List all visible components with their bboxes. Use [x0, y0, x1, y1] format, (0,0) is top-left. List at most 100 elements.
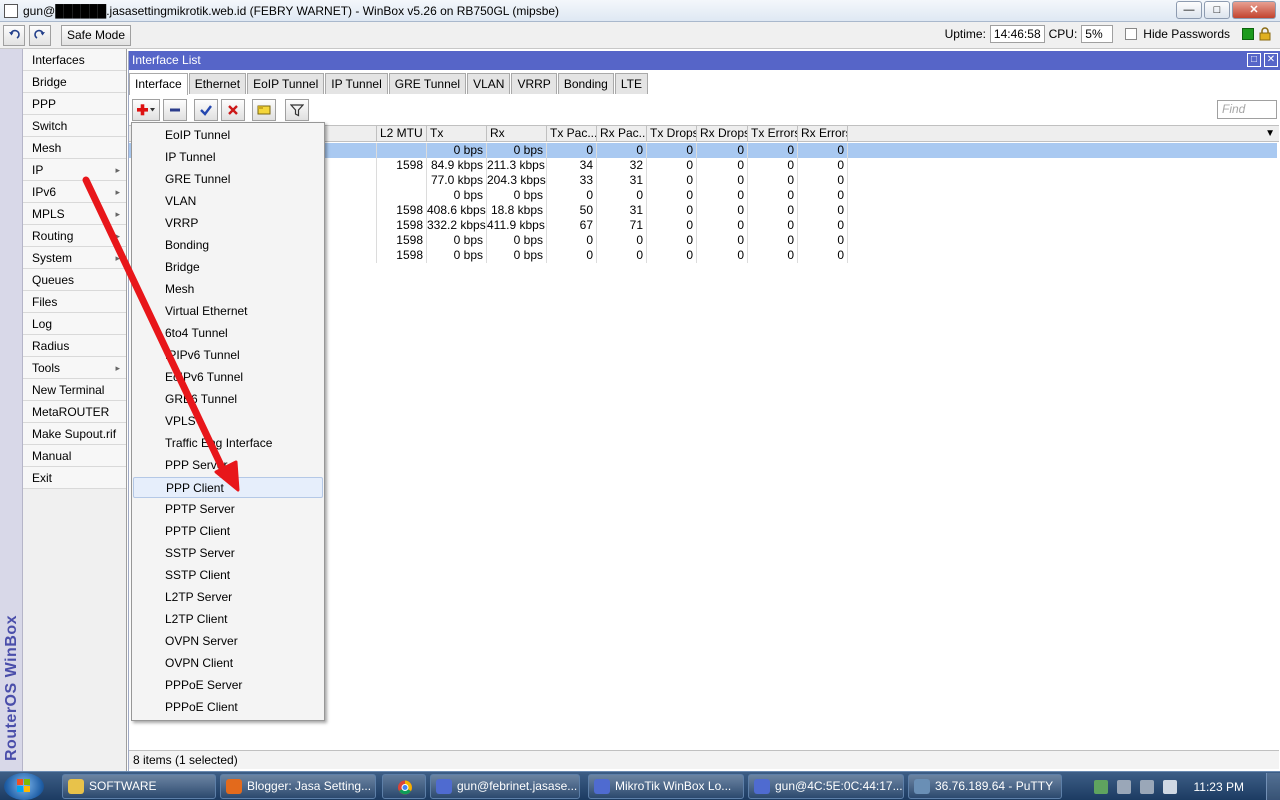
add-menu-item-pptp-client[interactable]: PPTP Client — [133, 521, 323, 542]
flag-icon[interactable] — [1116, 779, 1131, 794]
find-input[interactable]: Find — [1217, 100, 1277, 119]
menu-item-manual[interactable]: Manual — [23, 445, 126, 467]
column-header[interactable]: Rx Errors — [798, 126, 848, 142]
tab-ip-tunnel[interactable]: IP Tunnel — [325, 73, 388, 94]
hide-passwords-checkbox[interactable] — [1125, 28, 1138, 40]
add-menu-item-vpls[interactable]: VPLS — [133, 411, 323, 432]
safe-mode-button[interactable]: Safe Mode — [61, 24, 131, 46]
add-button[interactable] — [132, 99, 160, 121]
add-menu-item-pppoe-server[interactable]: PPPoE Server — [133, 675, 323, 696]
add-menu-item-bonding[interactable]: Bonding — [133, 235, 323, 256]
add-menu-item-6to4-tunnel[interactable]: 6to4 Tunnel — [133, 323, 323, 344]
table-cell: 84.9 kbps — [427, 158, 487, 173]
tab-interface[interactable]: Interface — [129, 73, 188, 95]
close-window-button[interactable]: ✕ — [1264, 53, 1278, 67]
menu-item-new-terminal[interactable]: New Terminal — [23, 379, 126, 401]
menu-item-mesh[interactable]: Mesh — [23, 137, 126, 159]
table-cell: 0 — [748, 173, 798, 188]
table-cell: 411.9 kbps — [487, 218, 547, 233]
menu-item-routing[interactable]: Routing ▸ — [23, 225, 126, 247]
tab-vlan[interactable]: VLAN — [467, 73, 511, 94]
column-header[interactable]: Tx Pac... — [547, 126, 597, 142]
chrome-pinned-button[interactable] — [382, 774, 426, 799]
add-menu-item-ovpn-server[interactable]: OVPN Server — [133, 631, 323, 652]
add-menu-item-gre-tunnel[interactable]: GRE Tunnel — [133, 169, 323, 190]
show-desktop-button[interactable] — [1266, 772, 1280, 800]
monitor-tray-icon[interactable] — [1139, 779, 1154, 794]
menu-item-bridge[interactable]: Bridge — [23, 71, 126, 93]
filter-button[interactable] — [285, 99, 309, 121]
add-menu-item-bridge[interactable]: Bridge — [133, 257, 323, 278]
add-menu-item-vrrp[interactable]: VRRP — [133, 213, 323, 234]
column-header[interactable]: Rx Pac... — [597, 126, 647, 142]
tab-ethernet[interactable]: Ethernet — [188, 73, 247, 94]
column-header[interactable]: Rx — [487, 126, 547, 142]
column-header[interactable]: L2 MTU — [377, 126, 427, 142]
add-menu-item-eoip-tunnel[interactable]: EoIP Tunnel — [133, 125, 323, 146]
tab-vrrp[interactable]: VRRP — [511, 73, 557, 94]
close-button[interactable]: ✕ — [1232, 1, 1276, 19]
column-header[interactable]: Tx — [427, 126, 487, 142]
add-menu-item-vlan[interactable]: VLAN — [133, 191, 323, 212]
add-menu-item-pppoe-client[interactable]: PPPoE Client — [133, 697, 323, 718]
add-menu-item-ppp-client[interactable]: PPP Client — [133, 477, 323, 498]
add-menu-item-sstp-server[interactable]: SSTP Server — [133, 543, 323, 564]
menu-item-exit[interactable]: Exit — [23, 467, 126, 489]
add-menu-item-eoipv6-tunnel[interactable]: EoIPv6 Tunnel — [133, 367, 323, 388]
add-menu-item-gre6-tunnel[interactable]: GRE6 Tunnel — [133, 389, 323, 410]
add-menu-item-mesh[interactable]: Mesh — [133, 279, 323, 300]
menu-item-system[interactable]: System ▸ — [23, 247, 126, 269]
maximize-button[interactable]: □ — [1204, 1, 1230, 19]
restore-window-button[interactable]: □ — [1247, 53, 1261, 67]
menu-item-ipv6[interactable]: IPv6 ▸ — [23, 181, 126, 203]
taskbar-clock[interactable]: 11:23 PM — [1194, 780, 1244, 794]
undo-button[interactable] — [3, 24, 25, 46]
menu-item-switch[interactable]: Switch — [23, 115, 126, 137]
tab-bonding[interactable]: Bonding — [557, 73, 614, 94]
redo-button[interactable] — [29, 24, 51, 46]
add-menu-item-l2tp-client[interactable]: L2TP Client — [133, 609, 323, 630]
winbox-icon — [594, 779, 610, 794]
menu-item-tools[interactable]: Tools ▸ — [23, 357, 126, 379]
menu-item-radius[interactable]: Radius — [23, 335, 126, 357]
add-menu-item-ip-tunnel[interactable]: IP Tunnel — [133, 147, 323, 168]
menu-item-mpls[interactable]: MPLS ▸ — [23, 203, 126, 225]
menu-item-ip[interactable]: IP ▸ — [23, 159, 126, 181]
menu-item-interfaces[interactable]: Interfaces — [23, 49, 126, 71]
taskbar-task[interactable]: gun@4C:5E:0C:44:17... — [748, 774, 904, 799]
tab-lte[interactable]: LTE — [614, 73, 648, 94]
comment-button[interactable] — [252, 99, 276, 121]
menu-item-ppp[interactable]: PPP — [23, 93, 126, 115]
menu-item-log[interactable]: Log — [23, 313, 126, 335]
columns-dropdown-icon[interactable]: ▼ — [1265, 128, 1275, 139]
menu-item-queues[interactable]: Queues — [23, 269, 126, 291]
tab-eoip-tunnel[interactable]: EoIP Tunnel — [247, 73, 325, 94]
taskbar-task[interactable]: MikroTik WinBox Lo... — [588, 774, 744, 799]
remove-button[interactable] — [163, 99, 187, 121]
add-menu-item-pptp-server[interactable]: PPTP Server — [133, 499, 323, 520]
menu-item-files[interactable]: Files — [23, 291, 126, 313]
taskbar-task[interactable]: SOFTWARE — [62, 774, 216, 799]
volume-icon[interactable] — [1162, 779, 1177, 794]
taskbar-task[interactable]: 36.76.189.64 - PuTTY — [908, 774, 1062, 799]
add-menu-item-virtual-ethernet[interactable]: Virtual Ethernet — [133, 301, 323, 322]
start-button[interactable] — [4, 773, 44, 800]
add-menu-item-ovpn-client[interactable]: OVPN Client — [133, 653, 323, 674]
column-header[interactable]: Rx Drops — [697, 126, 748, 142]
add-menu-item-traffic-eng-interface[interactable]: Traffic Eng Interface — [133, 433, 323, 454]
network-tray-icon[interactable] — [1093, 779, 1108, 794]
enable-button[interactable] — [194, 99, 218, 121]
tab-gre-tunnel[interactable]: GRE Tunnel — [388, 73, 467, 94]
column-header[interactable]: Tx Errors — [748, 126, 798, 142]
taskbar-task[interactable]: gun@febrinet.jasase... — [430, 774, 580, 799]
menu-item-make-supout-rif[interactable]: Make Supout.rif — [23, 423, 126, 445]
add-menu-item-l2tp-server[interactable]: L2TP Server — [133, 587, 323, 608]
add-menu-item-sstp-client[interactable]: SSTP Client — [133, 565, 323, 586]
add-menu-item-ipipv6-tunnel[interactable]: IPIPv6 Tunnel — [133, 345, 323, 366]
disable-button[interactable] — [221, 99, 245, 121]
add-menu-item-ppp-server[interactable]: PPP Server — [133, 455, 323, 476]
column-header[interactable]: Tx Drops — [647, 126, 697, 142]
minimize-button[interactable]: — — [1176, 1, 1202, 19]
menu-item-metarouter[interactable]: MetaROUTER — [23, 401, 126, 423]
taskbar-task[interactable]: Blogger: Jasa Setting... — [220, 774, 376, 799]
